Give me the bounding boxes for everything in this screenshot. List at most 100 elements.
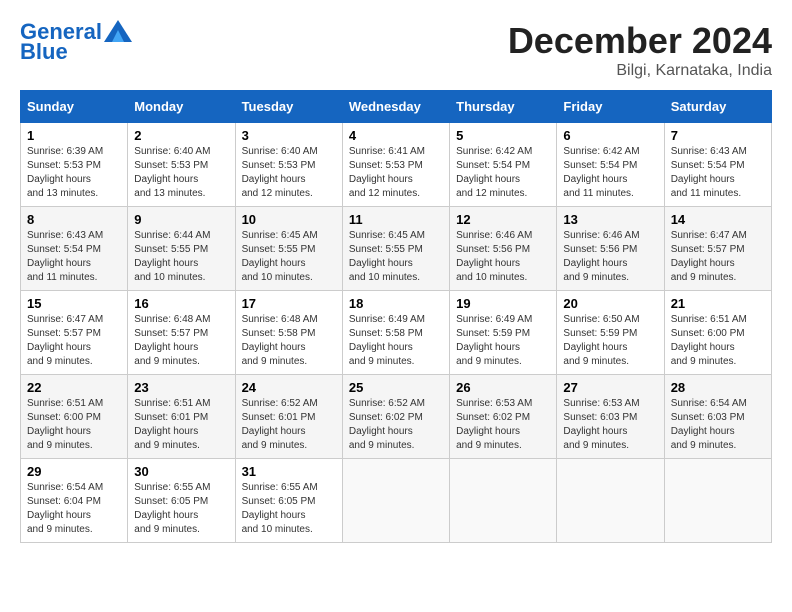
day-info: Sunrise: 6:48 AMSunset: 5:57 PMDaylight …: [134, 314, 210, 367]
day-number: 10: [242, 212, 336, 227]
day-number: 5: [456, 128, 550, 143]
day-info: Sunrise: 6:55 AMSunset: 6:05 PMDaylight …: [242, 482, 318, 535]
day-number: 27: [563, 380, 657, 395]
column-header-wednesday: Wednesday: [342, 91, 449, 123]
calendar-cell: 16 Sunrise: 6:48 AMSunset: 5:57 PMDaylig…: [128, 291, 235, 375]
calendar-cell: 21 Sunrise: 6:51 AMSunset: 6:00 PMDaylig…: [664, 291, 771, 375]
calendar-cell: 6 Sunrise: 6:42 AMSunset: 5:54 PMDayligh…: [557, 123, 664, 207]
day-info: Sunrise: 6:49 AMSunset: 5:59 PMDaylight …: [456, 314, 532, 367]
day-info: Sunrise: 6:42 AMSunset: 5:54 PMDaylight …: [563, 146, 639, 199]
logo-blue-text: Blue: [20, 40, 68, 64]
day-number: 24: [242, 380, 336, 395]
day-number: 29: [27, 464, 121, 479]
calendar-cell: 1 Sunrise: 6:39 AMSunset: 5:53 PMDayligh…: [21, 123, 128, 207]
day-info: Sunrise: 6:47 AMSunset: 5:57 PMDaylight …: [671, 230, 747, 283]
day-number: 8: [27, 212, 121, 227]
page-header: General Blue December 2024 Bilgi, Karnat…: [20, 20, 772, 80]
calendar-cell: [664, 459, 771, 543]
location: Bilgi, Karnataka, India: [508, 62, 772, 80]
day-number: 31: [242, 464, 336, 479]
calendar-cell: [342, 459, 449, 543]
calendar-cell: 7 Sunrise: 6:43 AMSunset: 5:54 PMDayligh…: [664, 123, 771, 207]
day-number: 14: [671, 212, 765, 227]
day-info: Sunrise: 6:54 AMSunset: 6:04 PMDaylight …: [27, 482, 103, 535]
column-header-saturday: Saturday: [664, 91, 771, 123]
calendar-cell: 23 Sunrise: 6:51 AMSunset: 6:01 PMDaylig…: [128, 375, 235, 459]
day-info: Sunrise: 6:39 AMSunset: 5:53 PMDaylight …: [27, 146, 103, 199]
day-info: Sunrise: 6:55 AMSunset: 6:05 PMDaylight …: [134, 482, 210, 535]
day-info: Sunrise: 6:50 AMSunset: 5:59 PMDaylight …: [563, 314, 639, 367]
day-info: Sunrise: 6:51 AMSunset: 6:01 PMDaylight …: [134, 398, 210, 451]
calendar-header-row: SundayMondayTuesdayWednesdayThursdayFrid…: [21, 91, 772, 123]
day-info: Sunrise: 6:44 AMSunset: 5:55 PMDaylight …: [134, 230, 210, 283]
calendar-cell: 9 Sunrise: 6:44 AMSunset: 5:55 PMDayligh…: [128, 207, 235, 291]
logo-icon: [104, 20, 132, 42]
day-info: Sunrise: 6:52 AMSunset: 6:01 PMDaylight …: [242, 398, 318, 451]
calendar-cell: 22 Sunrise: 6:51 AMSunset: 6:00 PMDaylig…: [21, 375, 128, 459]
day-info: Sunrise: 6:54 AMSunset: 6:03 PMDaylight …: [671, 398, 747, 451]
day-number: 16: [134, 296, 228, 311]
title-section: December 2024 Bilgi, Karnataka, India: [508, 20, 772, 80]
calendar-cell: 31 Sunrise: 6:55 AMSunset: 6:05 PMDaylig…: [235, 459, 342, 543]
calendar-week-row: 22 Sunrise: 6:51 AMSunset: 6:00 PMDaylig…: [21, 375, 772, 459]
day-number: 6: [563, 128, 657, 143]
calendar-cell: 27 Sunrise: 6:53 AMSunset: 6:03 PMDaylig…: [557, 375, 664, 459]
day-info: Sunrise: 6:52 AMSunset: 6:02 PMDaylight …: [349, 398, 425, 451]
day-info: Sunrise: 6:45 AMSunset: 5:55 PMDaylight …: [349, 230, 425, 283]
day-info: Sunrise: 6:45 AMSunset: 5:55 PMDaylight …: [242, 230, 318, 283]
day-number: 17: [242, 296, 336, 311]
calendar-cell: 17 Sunrise: 6:48 AMSunset: 5:58 PMDaylig…: [235, 291, 342, 375]
day-number: 25: [349, 380, 443, 395]
day-number: 11: [349, 212, 443, 227]
day-number: 3: [242, 128, 336, 143]
day-info: Sunrise: 6:41 AMSunset: 5:53 PMDaylight …: [349, 146, 425, 199]
column-header-tuesday: Tuesday: [235, 91, 342, 123]
calendar-cell: 19 Sunrise: 6:49 AMSunset: 5:59 PMDaylig…: [450, 291, 557, 375]
calendar-cell: 13 Sunrise: 6:46 AMSunset: 5:56 PMDaylig…: [557, 207, 664, 291]
day-info: Sunrise: 6:40 AMSunset: 5:53 PMDaylight …: [242, 146, 318, 199]
day-number: 22: [27, 380, 121, 395]
calendar-cell: 12 Sunrise: 6:46 AMSunset: 5:56 PMDaylig…: [450, 207, 557, 291]
day-number: 7: [671, 128, 765, 143]
day-number: 30: [134, 464, 228, 479]
calendar-cell: 25 Sunrise: 6:52 AMSunset: 6:02 PMDaylig…: [342, 375, 449, 459]
calendar-week-row: 8 Sunrise: 6:43 AMSunset: 5:54 PMDayligh…: [21, 207, 772, 291]
calendar-cell: 3 Sunrise: 6:40 AMSunset: 5:53 PMDayligh…: [235, 123, 342, 207]
day-number: 12: [456, 212, 550, 227]
calendar-cell: 5 Sunrise: 6:42 AMSunset: 5:54 PMDayligh…: [450, 123, 557, 207]
calendar-cell: 20 Sunrise: 6:50 AMSunset: 5:59 PMDaylig…: [557, 291, 664, 375]
day-number: 21: [671, 296, 765, 311]
day-info: Sunrise: 6:46 AMSunset: 5:56 PMDaylight …: [563, 230, 639, 283]
day-number: 1: [27, 128, 121, 143]
calendar-table: SundayMondayTuesdayWednesdayThursdayFrid…: [20, 90, 772, 543]
day-number: 9: [134, 212, 228, 227]
column-header-thursday: Thursday: [450, 91, 557, 123]
day-info: Sunrise: 6:43 AMSunset: 5:54 PMDaylight …: [671, 146, 747, 199]
day-number: 15: [27, 296, 121, 311]
calendar-cell: 8 Sunrise: 6:43 AMSunset: 5:54 PMDayligh…: [21, 207, 128, 291]
day-info: Sunrise: 6:51 AMSunset: 6:00 PMDaylight …: [27, 398, 103, 451]
calendar-cell: 4 Sunrise: 6:41 AMSunset: 5:53 PMDayligh…: [342, 123, 449, 207]
day-info: Sunrise: 6:53 AMSunset: 6:02 PMDaylight …: [456, 398, 532, 451]
calendar-cell: [557, 459, 664, 543]
calendar-cell: 30 Sunrise: 6:55 AMSunset: 6:05 PMDaylig…: [128, 459, 235, 543]
column-header-sunday: Sunday: [21, 91, 128, 123]
calendar-cell: 15 Sunrise: 6:47 AMSunset: 5:57 PMDaylig…: [21, 291, 128, 375]
day-info: Sunrise: 6:47 AMSunset: 5:57 PMDaylight …: [27, 314, 103, 367]
calendar-cell: 29 Sunrise: 6:54 AMSunset: 6:04 PMDaylig…: [21, 459, 128, 543]
day-number: 26: [456, 380, 550, 395]
calendar-cell: 26 Sunrise: 6:53 AMSunset: 6:02 PMDaylig…: [450, 375, 557, 459]
day-info: Sunrise: 6:40 AMSunset: 5:53 PMDaylight …: [134, 146, 210, 199]
calendar-week-row: 1 Sunrise: 6:39 AMSunset: 5:53 PMDayligh…: [21, 123, 772, 207]
day-number: 28: [671, 380, 765, 395]
column-header-monday: Monday: [128, 91, 235, 123]
calendar-week-row: 15 Sunrise: 6:47 AMSunset: 5:57 PMDaylig…: [21, 291, 772, 375]
day-info: Sunrise: 6:51 AMSunset: 6:00 PMDaylight …: [671, 314, 747, 367]
logo: General Blue: [20, 20, 132, 64]
day-info: Sunrise: 6:42 AMSunset: 5:54 PMDaylight …: [456, 146, 532, 199]
calendar-week-row: 29 Sunrise: 6:54 AMSunset: 6:04 PMDaylig…: [21, 459, 772, 543]
column-header-friday: Friday: [557, 91, 664, 123]
day-info: Sunrise: 6:53 AMSunset: 6:03 PMDaylight …: [563, 398, 639, 451]
calendar-cell: 18 Sunrise: 6:49 AMSunset: 5:58 PMDaylig…: [342, 291, 449, 375]
calendar-cell: 24 Sunrise: 6:52 AMSunset: 6:01 PMDaylig…: [235, 375, 342, 459]
